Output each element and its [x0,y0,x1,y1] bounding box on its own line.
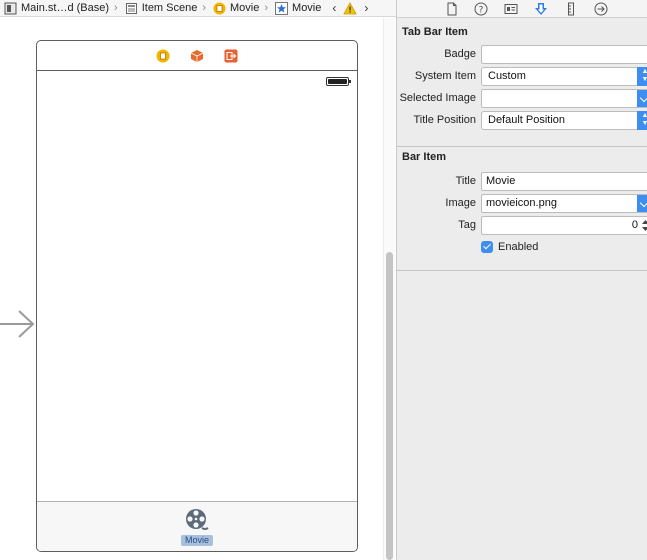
crumb-label: Movie [292,2,322,14]
image-value: movieicon.png [486,197,557,209]
tab-bar-item-movie[interactable]: Movie [177,508,217,550]
crumb-scene[interactable]: Item Scene [119,0,198,16]
tag-row: Tag 0 [397,214,647,236]
system-item-value: Custom [488,70,526,82]
stepper-icon[interactable] [641,218,647,233]
attributes-icon[interactable] [534,2,548,16]
selected-image-row: Selected Image [397,87,647,109]
scrollbar-thumb[interactable] [386,252,393,560]
first-responder-icon[interactable] [190,49,204,63]
tag-value: 0 [631,219,638,231]
chevron-left-icon[interactable]: ‹ [327,1,341,15]
help-icon[interactable]: ? [474,2,488,16]
enabled-checkbox[interactable] [481,241,493,253]
scene-dock [37,41,357,71]
chevron-down-icon[interactable] [637,195,647,212]
crumb-tab-bar-item[interactable]: Movie [269,0,322,16]
tag-label: Tag [458,219,476,231]
badge-row: Badge [397,43,647,65]
chevron-right-icon: › [114,2,118,14]
inspector-selector-bar: ? [397,0,647,18]
title-position-popup[interactable]: Default Position ▲ ▼ [481,111,647,130]
size-icon[interactable] [564,2,578,16]
title-position-value: Default Position [488,114,566,126]
svg-text:?: ? [479,5,484,15]
utilities-inspector: ? Tab Bar Item Badge System Item Custom … [396,0,647,560]
tag-field[interactable]: 0 [481,216,647,235]
crumb-label: Movie [230,2,260,14]
jump-bar: Main.st…d (Base) › Item Scene › Movie › … [0,0,396,17]
file-icon[interactable] [445,2,459,16]
tab-bar-item-star-icon [275,1,289,15]
view-controller-icon [213,2,226,15]
connections-icon[interactable] [594,2,608,16]
crumb-view-controller[interactable]: Movie [207,0,260,16]
view-controller-frame[interactable]: Movie [36,40,358,552]
crumb-label: Main.st…d (Base) [21,2,110,14]
section-title: Tab Bar Item [402,26,468,38]
warning-icon[interactable] [343,1,358,15]
system-item-label: System Item [414,70,476,82]
selected-image-label: Selected Image [399,92,476,104]
chevron-right-icon: › [264,2,269,14]
battery-icon [326,77,351,86]
enabled-row: Enabled [397,236,647,258]
badge-field[interactable] [481,45,647,64]
view-controller-icon[interactable] [156,49,170,63]
storyboard-icon [4,2,17,15]
image-row: Image movieicon.png [397,192,647,214]
tab-bar: Movie [37,501,357,551]
section-title: Bar Item [402,151,447,163]
film-reel-icon [185,508,209,532]
crumb-storyboard[interactable]: Main.st…d (Base) [0,0,110,16]
image-label: Image [445,197,476,209]
badge-label: Badge [444,48,476,60]
title-position-label: Title Position [413,114,476,126]
chevron-right-icon[interactable]: › [359,1,373,15]
image-combo[interactable]: movieicon.png [481,194,647,213]
title-row: Title Movie [397,170,647,192]
updown-chevron-icon: ▲ ▼ [637,111,647,130]
canvas-vertical-scrollbar[interactable] [383,18,395,560]
crumb-label: Item Scene [141,2,198,14]
enabled-label: Enabled [498,241,539,253]
title-label: Title [455,175,476,187]
status-bar [37,72,357,90]
system-item-row: System Item Custom ▲ ▼ [397,65,647,87]
selected-image-combo[interactable] [481,89,647,108]
tab-item-label: Movie [180,535,213,546]
title-field[interactable]: Movie [481,172,647,191]
entry-point-arrow-icon[interactable] [0,310,36,340]
updown-chevron-icon: ▲ ▼ [637,67,647,86]
tab-bar-item-section: Tab Bar Item Badge System Item Custom ▲ ▼… [397,18,647,147]
chevron-down-icon[interactable] [637,90,647,107]
bar-item-section: Bar Item Title Movie Image movieicon.png… [397,147,647,271]
system-item-popup[interactable]: Custom ▲ ▼ [481,67,647,86]
exit-icon[interactable] [224,49,238,63]
title-position-row: Title Position Default Position ▲ ▼ [397,109,647,131]
chevron-right-icon: › [202,2,207,14]
identity-icon[interactable] [504,2,518,16]
scene-icon [125,2,138,15]
